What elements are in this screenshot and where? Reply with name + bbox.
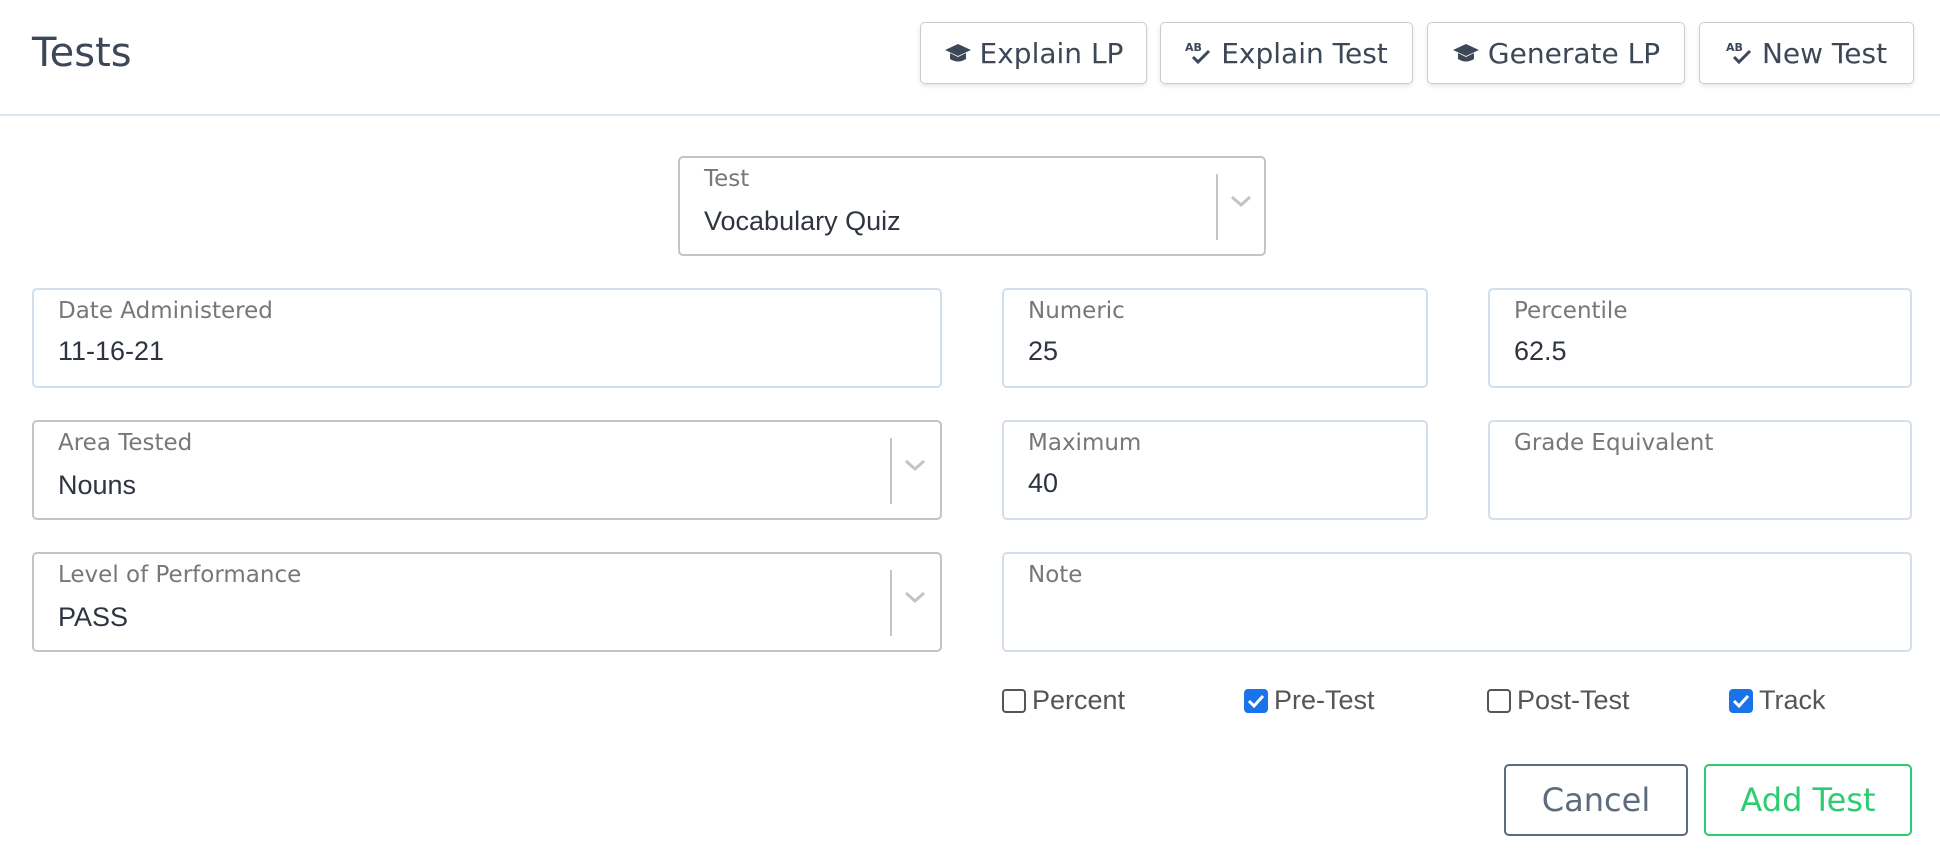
checkmark-icon <box>1732 694 1750 708</box>
percentile-field[interactable]: Percentile 62.5 <box>1488 288 1912 388</box>
svg-text:AB: AB <box>1185 41 1202 54</box>
track-checkbox[interactable]: Track <box>1729 685 1826 716</box>
header-bar: Tests Explain LP AB Explain Test Generat… <box>0 0 1940 116</box>
pre-test-checkbox[interactable]: Pre-Test <box>1244 685 1375 716</box>
graduation-cap-icon <box>1452 42 1480 64</box>
test-select-value: Vocabulary Quiz <box>704 206 901 236</box>
checkbox-box[interactable] <box>1002 688 1026 713</box>
maximum-field[interactable]: Maximum 40 <box>1002 420 1428 520</box>
grade-equivalent-field[interactable]: Grade Equivalent <box>1488 420 1912 520</box>
checkbox-box[interactable] <box>1244 688 1268 713</box>
select-separator <box>1216 174 1218 240</box>
numeric-label: Numeric <box>1028 298 1125 324</box>
checkbox-box[interactable] <box>1729 688 1753 713</box>
svg-text:AB: AB <box>1726 41 1743 54</box>
spellcheck-icon: AB <box>1185 40 1213 66</box>
chevron-down-icon[interactable] <box>902 452 928 483</box>
select-separator <box>890 570 892 636</box>
select-separator <box>890 438 892 504</box>
level-of-performance-select[interactable]: Level of Performance PASS <box>32 552 942 652</box>
date-administered-label: Date Administered <box>58 298 273 324</box>
checkmark-icon <box>1247 694 1265 708</box>
explain-test-label: Explain Test <box>1221 36 1388 70</box>
note-label: Note <box>1028 562 1083 588</box>
chevron-down-icon[interactable] <box>902 584 928 615</box>
generate-lp-label: Generate LP <box>1487 36 1661 70</box>
date-administered-value: 11-16-21 <box>58 336 165 366</box>
post-test-checkbox-label: Post-Test <box>1517 685 1630 715</box>
chevron-down-icon[interactable] <box>1228 188 1254 219</box>
area-tested-label: Area Tested <box>58 430 193 456</box>
explain-test-button[interactable]: AB Explain Test <box>1160 22 1413 84</box>
percent-checkbox-label: Percent <box>1032 685 1126 715</box>
maximum-label: Maximum <box>1028 430 1142 456</box>
graduation-cap-icon <box>944 42 972 64</box>
numeric-value: 25 <box>1028 336 1059 366</box>
grade-equivalent-label: Grade Equivalent <box>1514 430 1714 456</box>
checkbox-box[interactable] <box>1487 688 1511 713</box>
post-test-checkbox[interactable]: Post-Test <box>1487 685 1630 716</box>
test-select[interactable]: Test Vocabulary Quiz <box>678 156 1266 256</box>
percentile-value: 62.5 <box>1514 336 1567 366</box>
maximum-value: 40 <box>1028 468 1059 498</box>
level-of-performance-value: PASS <box>58 602 129 632</box>
area-tested-value: Nouns <box>58 470 137 500</box>
track-checkbox-label: Track <box>1759 685 1826 715</box>
explain-lp-label: Explain LP <box>979 36 1124 70</box>
numeric-field[interactable]: Numeric 25 <box>1002 288 1428 388</box>
note-field[interactable]: Note <box>1002 552 1912 652</box>
cancel-button[interactable]: Cancel <box>1504 764 1688 836</box>
test-select-label: Test <box>704 166 750 192</box>
date-administered-field[interactable]: Date Administered 11-16-21 <box>32 288 942 388</box>
percentile-label: Percentile <box>1514 298 1628 324</box>
level-of-performance-label: Level of Performance <box>58 562 302 588</box>
area-tested-select[interactable]: Area Tested Nouns <box>32 420 942 520</box>
page-title: Tests <box>32 30 132 76</box>
add-test-button[interactable]: Add Test <box>1704 764 1912 836</box>
pre-test-checkbox-label: Pre-Test <box>1274 685 1375 715</box>
percent-checkbox[interactable]: Percent <box>1002 685 1125 716</box>
new-test-button[interactable]: AB New Test <box>1699 22 1914 84</box>
spellcheck-icon: AB <box>1726 40 1754 66</box>
generate-lp-button[interactable]: Generate LP <box>1427 22 1685 84</box>
new-test-label: New Test <box>1761 36 1888 70</box>
explain-lp-button[interactable]: Explain LP <box>920 22 1147 84</box>
